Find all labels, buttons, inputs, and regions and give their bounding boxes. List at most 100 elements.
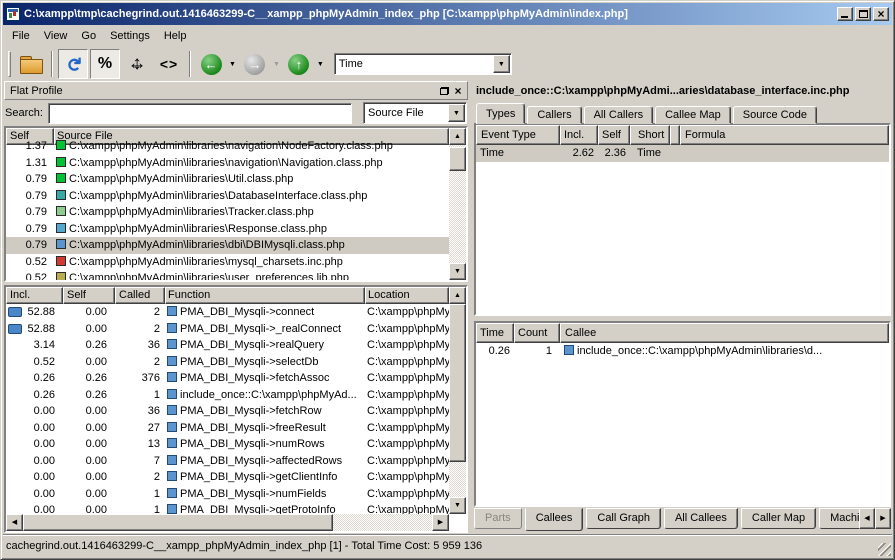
resize-grip[interactable] xyxy=(878,543,891,556)
function-row[interactable]: 0.00 0.00 36 PMA_DBI_Mysqli->fetchRow C:… xyxy=(6,403,449,420)
tab-source-code[interactable]: Source Code xyxy=(733,106,817,124)
function-icon xyxy=(167,455,177,465)
toolbar-grip[interactable] xyxy=(8,51,11,77)
source-file-row[interactable]: 0.52 C:\xampp\phpMyAdmin\libraries\user_… xyxy=(6,270,449,280)
horizontal-scrollbar[interactable]: ◀ ▶ xyxy=(6,514,449,531)
menu-go[interactable]: Go xyxy=(74,27,103,45)
column-header-time[interactable]: Time xyxy=(476,323,514,343)
column-header-function[interactable]: Function xyxy=(165,287,365,304)
chevron-down-icon[interactable]: ▼ xyxy=(493,55,510,73)
tab-callee-map[interactable]: Callee Map xyxy=(655,106,731,124)
tab-caller-map[interactable]: Caller Map xyxy=(741,508,816,529)
close-button[interactable]: × xyxy=(873,7,889,21)
scroll-up-icon[interactable]: ▲ xyxy=(449,287,466,304)
pan-button[interactable]: ↔↕ xyxy=(122,49,152,79)
maximize-button[interactable] xyxy=(855,7,871,21)
function-row[interactable]: 0.26 0.26 1 include_once::C:\xampp\phpMy… xyxy=(6,387,449,404)
tab-call-graph[interactable]: Call Graph xyxy=(586,508,661,529)
function-table: Incl. Self Called Function Location 52.8… xyxy=(4,285,468,533)
scrollbar-thumb[interactable] xyxy=(449,304,466,462)
chevron-down-icon[interactable]: ▼ xyxy=(448,104,465,122)
cost-color-swatch xyxy=(56,206,66,216)
tab-scroll-right-icon[interactable]: ▶ xyxy=(875,508,891,529)
column-header-incl[interactable]: Incl. xyxy=(560,125,598,145)
column-header-short[interactable]: Short xyxy=(630,125,670,145)
reload-button[interactable]: ↻ xyxy=(58,49,88,79)
back-button[interactable]: ← xyxy=(196,49,226,79)
detail-tab-bar: Types Callers All Callers Callee Map Sou… xyxy=(474,103,891,124)
back-dropdown-caret[interactable]: ▼ xyxy=(229,61,236,68)
scroll-left-icon[interactable]: ◀ xyxy=(6,514,23,531)
tab-callers[interactable]: Callers xyxy=(527,106,581,124)
open-file-button[interactable] xyxy=(16,49,46,79)
function-row[interactable]: 0.00 0.00 7 PMA_DBI_Mysqli->affectedRows… xyxy=(6,453,449,470)
function-row[interactable]: 3.14 0.26 36 PMA_DBI_Mysqli->realQuery C… xyxy=(6,337,449,354)
function-row[interactable]: 0.00 0.00 27 PMA_DBI_Mysqli->freeResult … xyxy=(6,420,449,437)
title-bar[interactable]: C:\xampp\tmp\cachegrind.out.1416463299-C… xyxy=(3,3,892,25)
source-file-row[interactable]: 1.31 C:\xampp\phpMyAdmin\libraries\navig… xyxy=(6,155,449,172)
event-type-row-selected[interactable]: Time 2.62 2.36 Time xyxy=(476,145,889,162)
function-icon xyxy=(167,488,177,498)
column-header-formula[interactable]: Formula xyxy=(680,125,889,145)
grouping-select[interactable]: Source File ▼ xyxy=(363,102,467,124)
column-header-count[interactable]: Count xyxy=(514,323,560,343)
relative-percent-toggle[interactable]: % xyxy=(90,49,120,79)
up-dropdown-caret[interactable]: ▼ xyxy=(317,61,324,68)
cost-color-swatch xyxy=(56,190,66,200)
source-file-row[interactable]: 0.79 C:\xampp\phpMyAdmin\libraries\Util.… xyxy=(6,171,449,188)
scroll-right-icon[interactable]: ▶ xyxy=(432,514,449,531)
source-file-row[interactable]: 0.79 C:\xampp\phpMyAdmin\libraries\Respo… xyxy=(6,221,449,238)
vertical-scrollbar[interactable]: ▲ ▼ xyxy=(449,128,466,280)
source-file-row[interactable]: 0.79 C:\xampp\phpMyAdmin\libraries\Datab… xyxy=(6,188,449,205)
function-row[interactable]: 52.88 0.00 2 PMA_DBI_Mysqli->connect C:\… xyxy=(6,304,449,321)
search-input[interactable] xyxy=(48,103,352,124)
menu-view[interactable]: View xyxy=(37,27,75,45)
source-file-row[interactable]: 0.79 C:\xampp\phpMyAdmin\libraries\Track… xyxy=(6,204,449,221)
dock-title-bar[interactable]: Flat Profile × xyxy=(4,81,468,100)
column-header-self[interactable]: Self xyxy=(63,287,115,304)
menu-file[interactable]: File xyxy=(5,27,37,45)
dock-float-button[interactable] xyxy=(437,84,451,98)
scrollbar-thumb[interactable] xyxy=(23,514,333,531)
tab-types[interactable]: Types xyxy=(476,103,525,124)
source-file-row[interactable]: 1.37 C:\xampp\phpMyAdmin\libraries\navig… xyxy=(6,138,449,155)
tab-parts[interactable]: Parts xyxy=(474,508,522,529)
function-row[interactable]: 0.52 0.00 2 PMA_DBI_Mysqli->selectDb C:\… xyxy=(6,354,449,371)
function-row[interactable]: 52.88 0.00 2 PMA_DBI_Mysqli->_realConnec… xyxy=(6,321,449,338)
function-icon xyxy=(167,339,177,349)
event-type-select[interactable]: Time ▼ xyxy=(334,53,512,75)
forward-button[interactable]: → xyxy=(240,49,270,79)
scrollbar-thumb[interactable] xyxy=(449,147,466,171)
source-file-row[interactable]: 0.52 C:\xampp\phpMyAdmin\libraries\mysql… xyxy=(6,254,449,271)
callees-table-header: Time Count Callee xyxy=(476,323,889,343)
function-row[interactable]: 0.00 0.00 2 PMA_DBI_Mysqli->getClientInf… xyxy=(6,469,449,486)
cycle-detection-button[interactable]: <> xyxy=(154,49,184,79)
scroll-down-icon[interactable]: ▼ xyxy=(449,263,466,280)
callee-row[interactable]: 0.26 1 include_once::C:\xampp\phpMyAdmin… xyxy=(476,343,889,360)
forward-dropdown-caret[interactable]: ▼ xyxy=(273,61,280,68)
tab-all-callees[interactable]: All Callees xyxy=(664,508,738,529)
minimize-button[interactable] xyxy=(837,7,853,21)
scroll-down-icon[interactable]: ▼ xyxy=(449,497,466,514)
column-header-called[interactable]: Called xyxy=(115,287,165,304)
source-file-row-selected[interactable]: 0.79 C:\xampp\phpMyAdmin\libraries\dbi\D… xyxy=(6,237,449,254)
column-header-self[interactable]: Self xyxy=(598,125,630,145)
column-header-callee[interactable]: Callee xyxy=(560,323,889,343)
column-header-location[interactable]: Location xyxy=(365,287,449,304)
tab-callees[interactable]: Callees xyxy=(525,508,584,531)
column-header-spacer[interactable] xyxy=(670,125,680,145)
function-row[interactable]: 0.00 0.00 1 PMA_DBI_Mysqli->getProtoInfo… xyxy=(6,502,449,514)
dock-close-button[interactable]: × xyxy=(451,84,465,98)
function-row[interactable]: 0.00 0.00 13 PMA_DBI_Mysqli->numRows C:\… xyxy=(6,436,449,453)
menu-settings[interactable]: Settings xyxy=(103,27,157,45)
column-header-incl[interactable]: Incl. xyxy=(6,287,63,304)
up-button[interactable]: ↑ xyxy=(284,49,314,79)
vertical-scrollbar[interactable]: ▲ ▼ xyxy=(449,287,466,514)
scroll-up-icon[interactable]: ▲ xyxy=(449,128,466,145)
tab-all-callers[interactable]: All Callers xyxy=(584,106,654,124)
column-header-event-type[interactable]: Event Type xyxy=(476,125,560,145)
menu-help[interactable]: Help xyxy=(157,27,194,45)
function-row[interactable]: 0.00 0.00 1 PMA_DBI_Mysqli->numFields C:… xyxy=(6,486,449,503)
tab-scroll-left-icon[interactable]: ◀ xyxy=(859,508,875,529)
function-row[interactable]: 0.26 0.26 376 PMA_DBI_Mysqli->fetchAssoc… xyxy=(6,370,449,387)
